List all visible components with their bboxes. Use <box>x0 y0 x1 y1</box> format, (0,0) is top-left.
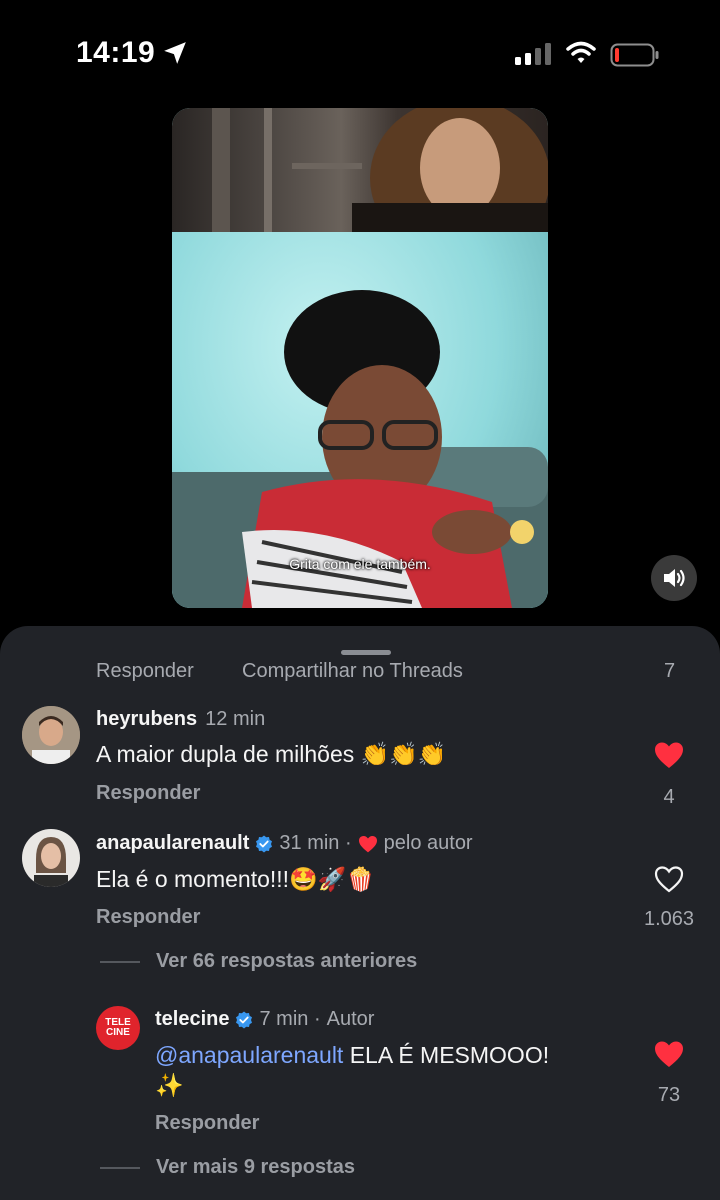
video-player[interactable]: Grita com ele também. <box>172 108 548 608</box>
view-previous-replies-label: Ver 66 respostas anteriores <box>156 950 418 972</box>
status-time: 14:19 <box>76 36 156 69</box>
verified-badge-icon <box>256 835 273 852</box>
comment-time: 7 min · <box>259 1008 321 1030</box>
location-arrow-icon <box>164 42 186 64</box>
avatar[interactable] <box>22 706 80 764</box>
avatar-logo-text: CINE <box>106 1027 130 1038</box>
comments-sheet[interactable]: Responder Compartilhar no Threads 7 heyr… <box>0 626 720 1200</box>
cellular-signal-icon <box>515 43 551 65</box>
battery-low-icon <box>610 43 659 67</box>
view-previous-replies-button[interactable]: Ver 66 respostas anteriores <box>100 950 417 973</box>
comment-time: 12 min <box>205 708 266 730</box>
reply-button[interactable]: Responder <box>155 1112 259 1135</box>
liked-by-author-label: pelo autor <box>383 832 473 854</box>
heart-filled-icon[interactable] <box>654 1040 684 1068</box>
clipped-row: Responder Compartilhar no Threads 7 <box>0 626 720 682</box>
username[interactable]: anapaularenault <box>96 832 249 855</box>
window-scene-image <box>212 108 548 258</box>
video-caption: Grita com ele também. <box>289 556 431 572</box>
share-threads-link[interactable]: Compartilhar no Threads <box>242 660 463 682</box>
comment-text: Ela é o momento!!!🤩🚀🍿 <box>96 866 375 892</box>
mention-link[interactable]: @anapaularenault <box>155 1042 343 1068</box>
reply-link[interactable]: Responder <box>96 660 194 682</box>
speaker-icon <box>664 569 685 587</box>
video-frame-main: Grita com ele também. <box>172 232 548 608</box>
view-more-replies-button[interactable]: Ver mais 9 respostas <box>100 1156 355 1179</box>
like-count: 4 <box>663 786 675 808</box>
username[interactable]: telecine <box>155 1008 229 1031</box>
heart-outline-icon[interactable] <box>654 865 684 893</box>
sound-toggle-button[interactable] <box>651 555 697 601</box>
avatar-photo <box>22 829 80 887</box>
comment-text-line2: ✨ <box>155 1072 184 1098</box>
username[interactable]: heyrubens <box>96 708 197 731</box>
reply-button[interactable]: Responder <box>96 782 200 805</box>
comment-text: ELA É MESMOOO! <box>349 1042 550 1068</box>
divider-line <box>100 1166 140 1169</box>
view-more-replies-label: Ver mais 9 respostas <box>156 1156 356 1178</box>
woman-on-couch-image <box>172 290 548 608</box>
author-liked-heart-icon <box>358 835 377 852</box>
author-tag: Autor <box>326 1008 375 1030</box>
like-count: 1.063 <box>643 908 695 930</box>
heart-filled-icon[interactable] <box>654 741 684 769</box>
like-count: 73 <box>657 1084 681 1106</box>
avatar[interactable]: TELE CINE <box>96 1006 140 1050</box>
video-frame-top <box>172 108 548 258</box>
avatar-photo <box>22 706 80 764</box>
like-count: 7 <box>664 660 676 682</box>
wifi-icon <box>566 41 596 63</box>
avatar[interactable] <box>22 829 80 887</box>
comment-text: A maior dupla de milhões 👏👏👏 <box>96 741 447 767</box>
reply-button[interactable]: Responder <box>96 906 200 929</box>
verified-badge-icon <box>236 1011 253 1028</box>
divider-line <box>100 960 140 963</box>
comment-time: 31 min · <box>279 832 352 854</box>
